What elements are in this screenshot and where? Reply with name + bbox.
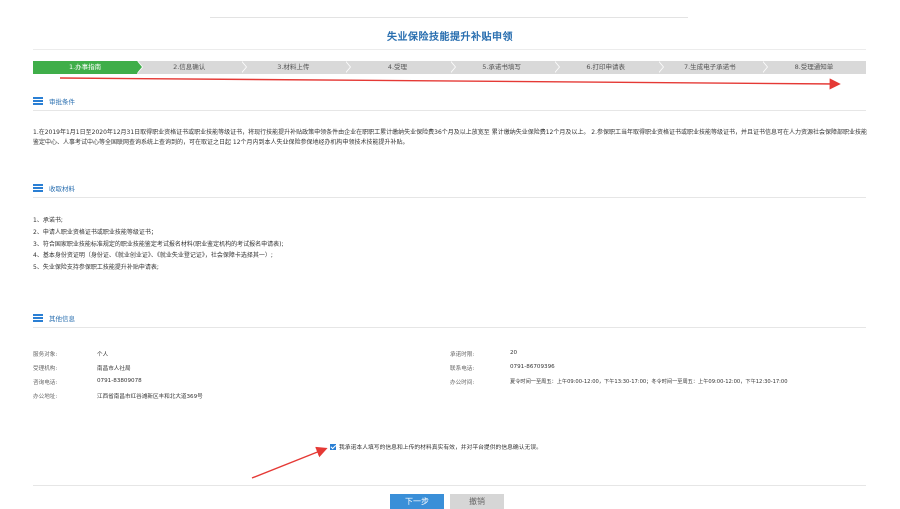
section-title-materials: 收取材料 (49, 185, 75, 193)
section-divider (33, 327, 866, 328)
step-progress-bar: 1.办事指南 2.信息确认 3.材料上传 4.受理 5.承诺书填写 6.打印申请… (33, 61, 866, 74)
section-header-other: 其他信息 (33, 313, 75, 323)
section-header-conditions: 审批条件 (33, 96, 75, 106)
list-item: 3、符合国家职业技能标准规定的职业技能鉴定考试报名材料(职业鉴定机构的考试报名申… (33, 240, 284, 248)
list-item: 1、承诺书; (33, 217, 63, 224)
section-title-other: 其他信息 (49, 315, 75, 323)
bottom-divider (33, 485, 866, 486)
list-icon (33, 184, 43, 192)
title-divider (33, 49, 866, 50)
list-item: 4、基本身份资证明（身份证、《就业创业证》、《就业失业登记证》，社会保障卡选择其… (33, 252, 273, 260)
page-title: 失业保险技能提升补贴申领 (387, 32, 513, 43)
materials-list: 1、承诺书; 2、申请人职业资格证书或职业技能等级证书； 3、符合国家职业技能标… (33, 215, 284, 274)
section-title-conditions: 审批条件 (49, 98, 75, 106)
list-icon (33, 97, 43, 105)
step-1[interactable]: 1.办事指南 (33, 61, 144, 74)
list-item: 5、失业保险支持参保职工技能提升补贴申请表; (33, 264, 159, 272)
agreement-row[interactable]: 我承诺本人填写的信息和上传的材料真实有效，并对平台提供的信息确认无误。 (330, 442, 542, 451)
top-divider (210, 17, 688, 18)
section-divider (33, 197, 866, 198)
step-7[interactable]: 7.生成电子承诺书 (658, 61, 769, 74)
list-icon (33, 314, 43, 322)
agreement-text: 我承诺本人填写的信息和上传的材料真实有效，并对平台提供的信息确认无误。 (339, 445, 542, 451)
annotation-arrow-steps (59, 77, 841, 90)
step-8[interactable]: 8.受理通知单 (762, 61, 866, 74)
annotation-arrow-checkbox (251, 446, 328, 479)
cancel-button[interactable]: 撤销 (450, 494, 504, 509)
step-5[interactable]: 5.承诺书填写 (450, 61, 560, 74)
step-6[interactable]: 6.打印申请表 (554, 61, 664, 74)
conditions-text: 1.在2019年1月1日至2020年12月31日取得职业资格证书或职业技能等级证… (33, 129, 867, 146)
agreement-checkbox[interactable] (330, 443, 336, 450)
step-2[interactable]: 2.信息确认 (137, 61, 248, 74)
section-divider (33, 110, 866, 111)
section-header-materials: 收取材料 (33, 183, 75, 193)
step-3[interactable]: 3.材料上传 (241, 61, 352, 74)
step-4[interactable]: 4.受理 (345, 61, 456, 74)
list-item: 2、申请人职业资格证书或职业技能等级证书； (33, 228, 157, 236)
next-step-button[interactable]: 下一步 (390, 494, 444, 509)
